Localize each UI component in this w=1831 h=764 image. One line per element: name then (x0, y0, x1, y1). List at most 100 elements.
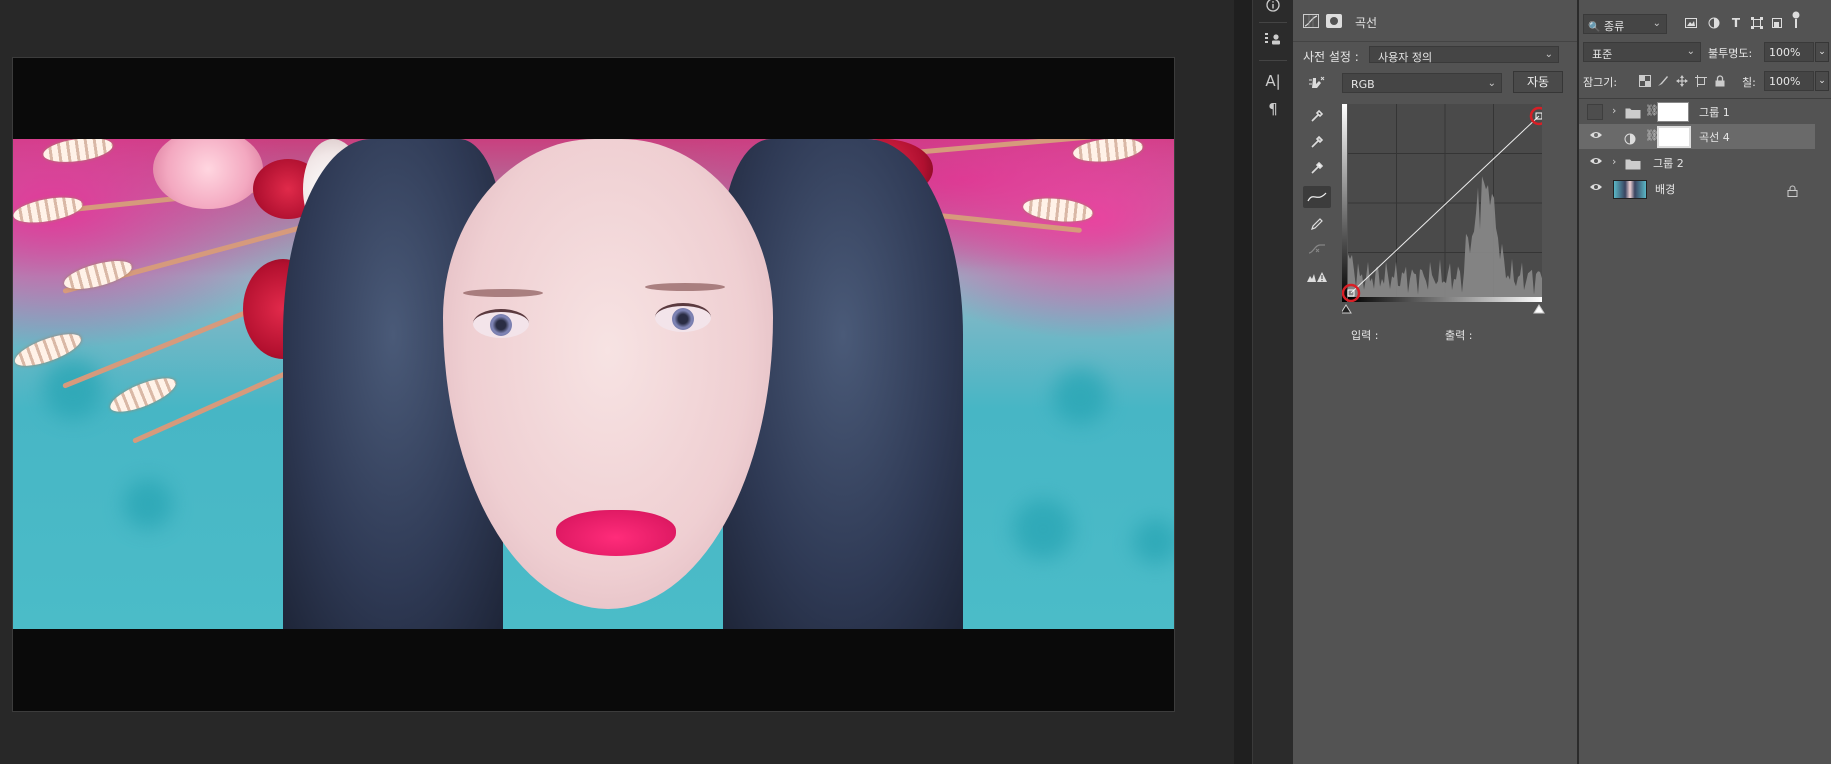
curve-points-tool-icon[interactable] (1303, 186, 1331, 208)
expand-chevron-icon[interactable]: › (1612, 104, 1616, 117)
bokeh-spot (43, 359, 103, 419)
lock-position-icon[interactable] (1674, 73, 1690, 89)
right-eyebrow (645, 283, 725, 291)
background-thumbnail (1613, 180, 1647, 199)
properties-toggle-icon[interactable] (1253, 26, 1293, 52)
layer-row-group-2[interactable]: › 그룹 2 (1579, 150, 1815, 175)
folder-icon (1625, 104, 1641, 123)
eye-icon[interactable] (1589, 130, 1603, 142)
chevron-down-icon: ⌄ (1686, 46, 1695, 57)
white-point-slider[interactable] (1533, 304, 1545, 314)
eye-icon[interactable] (1589, 156, 1603, 168)
properties-panel: 곡선 사전 설정 : 사용자 정의 ⌄ RGB ⌄ 자동 입력: 출력: (1293, 0, 1579, 764)
bokeh-spot (1013, 499, 1073, 559)
feather (1072, 139, 1144, 165)
lips (556, 510, 676, 556)
type-filter-icon[interactable]: T (1728, 15, 1744, 31)
curve-graph[interactable] (1342, 104, 1542, 302)
document-canvas[interactable] (12, 57, 1175, 712)
group-mask-thumbnail (1657, 102, 1689, 122)
pencil-draw-icon[interactable] (1303, 213, 1331, 235)
layer-name: 곡선 4 (1699, 131, 1730, 144)
feather (106, 371, 180, 419)
right-eye (655, 303, 711, 332)
left-eye (473, 309, 529, 338)
visibility-toggle-off[interactable] (1587, 104, 1603, 120)
curves-adjustment-layer-icon (1624, 130, 1636, 149)
opacity-field[interactable]: 100% (1764, 42, 1814, 62)
preset-label: 사전 설정 : (1303, 50, 1359, 64)
white-point-eyedropper-icon[interactable] (1303, 157, 1331, 179)
properties-header: 곡선 (1293, 0, 1577, 40)
bokeh-spot (1053, 369, 1108, 424)
blend-mode-dropdown[interactable]: 표준 ⌄ (1583, 42, 1701, 62)
smart-object-filter-icon[interactable] (1769, 15, 1785, 31)
curves-adjustment-icon[interactable] (1303, 14, 1319, 28)
smooth-curve-icon[interactable] (1303, 238, 1331, 260)
targeted-adjustment-icon[interactable] (1303, 72, 1331, 94)
panel-divider (1234, 0, 1252, 764)
chevron-down-icon: ⌄ (1544, 49, 1553, 60)
layer-row-curves-4[interactable]: ⛓ 곡선 4 (1579, 124, 1815, 149)
input-gradient-bar (1348, 297, 1542, 302)
opacity-label: 불투명도: (1708, 47, 1753, 60)
layer-mask-icon[interactable] (1326, 14, 1342, 28)
bokeh-spot (123, 479, 173, 529)
feather (41, 139, 115, 166)
image-filter-icon[interactable] (1683, 15, 1699, 31)
feather (61, 255, 135, 295)
bokeh-spot (1133, 519, 1174, 564)
dock-separator (1259, 60, 1287, 61)
input-label: 입력 : (1351, 329, 1379, 342)
adjustment-filter-icon[interactable] (1706, 15, 1722, 31)
output-label: 출력 : (1445, 329, 1473, 342)
black-point-slider[interactable] (1342, 304, 1352, 314)
filter-toggle-icon[interactable] (1788, 11, 1804, 28)
chevron-down-icon: ⌄ (1652, 18, 1661, 29)
preset-dropdown[interactable]: 사용자 정의 ⌄ (1369, 46, 1559, 64)
feather (1022, 195, 1094, 225)
properties-title: 곡선 (1355, 16, 1378, 30)
fill-field[interactable]: 100% (1764, 71, 1814, 91)
character-panel-icon[interactable]: A| (1253, 68, 1293, 94)
fill-chevron-icon[interactable]: ⌄ (1815, 71, 1829, 91)
collapsed-panel-dock: A| ¶ (1252, 0, 1294, 764)
layer-name: 배경 (1655, 183, 1676, 196)
expand-chevron-icon[interactable]: › (1612, 155, 1616, 168)
folder-icon (1625, 155, 1641, 174)
channel-dropdown[interactable]: RGB ⌄ (1342, 73, 1502, 93)
left-eyebrow (463, 289, 543, 297)
canvas-area[interactable] (0, 0, 1234, 764)
info-icon[interactable] (1253, 0, 1293, 18)
black-point-eyedropper-icon[interactable] (1303, 105, 1331, 127)
layers-panel: 🔍 종류 ⌄ T 표준 ⌄ 불투명도: 100% ⌄ 잠그기: 칠: 100% … (1579, 0, 1831, 764)
layer-row-group-1[interactable]: › ⛓ 그룹 1 (1579, 99, 1815, 124)
paragraph-panel-icon[interactable]: ¶ (1253, 96, 1293, 122)
opacity-chevron-icon[interactable]: ⌄ (1815, 42, 1829, 62)
filter-kind-dropdown[interactable]: 🔍 종류 ⌄ (1583, 14, 1667, 34)
lock-pixels-icon[interactable] (1655, 73, 1671, 89)
dock-separator (1259, 22, 1287, 23)
layer-mask-thumbnail[interactable] (1657, 126, 1691, 148)
auto-button[interactable]: 자동 (1513, 71, 1563, 93)
lock-label: 잠그기: (1583, 76, 1618, 89)
feather (13, 193, 85, 227)
layer-row-background[interactable]: 배경 (1579, 176, 1815, 201)
eye-icon[interactable] (1589, 182, 1603, 194)
search-icon: 🔍 (1588, 22, 1601, 33)
layer-name: 그룹 1 (1699, 106, 1730, 119)
arrow-shaft (131, 361, 308, 444)
photo-image (13, 139, 1174, 629)
lock-transparent-icon[interactable] (1637, 73, 1653, 89)
fill-label: 칠: (1742, 76, 1756, 89)
gray-point-eyedropper-icon[interactable] (1303, 131, 1331, 153)
lock-icon (1787, 182, 1798, 201)
slider-handles (1342, 304, 1545, 314)
chevron-down-icon: ⌄ (1487, 78, 1496, 89)
clipping-warning-icon[interactable] (1303, 266, 1331, 288)
lock-artboard-icon[interactable] (1693, 73, 1709, 89)
output-gradient-bar (1342, 104, 1347, 302)
shape-filter-icon[interactable] (1749, 15, 1765, 31)
layer-name: 그룹 2 (1653, 157, 1684, 170)
lock-all-icon[interactable] (1712, 73, 1728, 89)
